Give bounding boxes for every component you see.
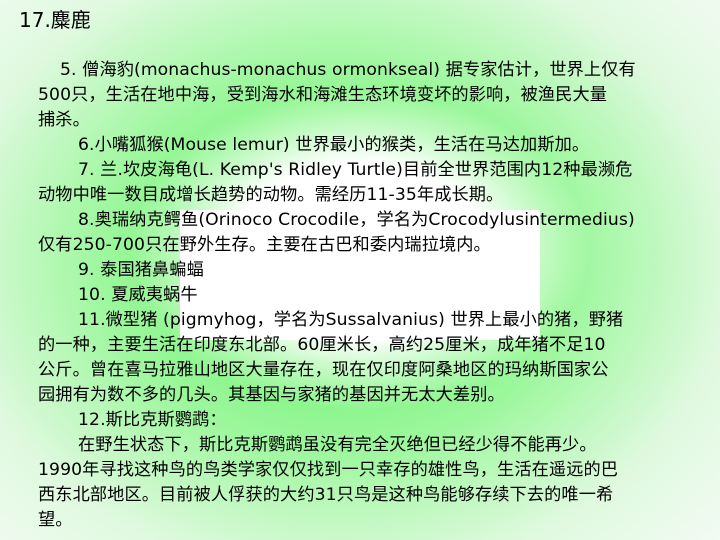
text-line: 西东北部地区。目前被人俘获的大约31只鸟是这种鸟能够存续下去的唯一希 — [38, 485, 614, 505]
text-line: 捕杀。 — [38, 110, 90, 130]
text-line: 园拥有为数不多的几头。其基因与家猪的基因并无太大差别。 — [38, 385, 505, 405]
text-line: 10. 夏威夷蜗牛 — [78, 285, 198, 305]
text-line: 的一种，主要生活在印度东北部。60厘米长，高约25厘米，成年猪不足10 — [38, 335, 606, 355]
slide-title: 17.麋鹿 — [19, 8, 91, 32]
text-line: 12.斯比克斯鹦鹉： — [78, 410, 227, 430]
text-line: 1990年寻找这种鸟的鸟类学家仅仅找到一只幸存的雄性鸟，生活在遥远的巴 — [38, 460, 619, 480]
text-line: 500只，生活在地中海，受到海水和海滩生态环境变坏的影响，被渔民大量 — [38, 85, 608, 105]
text-line: 5. 僧海豹(monachus-monachus ormonkseal) 据专家… — [60, 60, 636, 80]
text-line: 8.奥瑞纳克鳄鱼(Orinoco Crocodile，学名为Crocodylus… — [78, 210, 635, 230]
text-line: 7. 兰.坎皮海龟(L. Kemp's Ridley Turtle)目前全世界范… — [78, 160, 633, 180]
text-line: 望。 — [38, 510, 73, 530]
text-line: 仅有250-700只在野外生存。主要在古巴和委内瑞拉境内。 — [38, 235, 491, 255]
text-line: 11.微型猪 (pigmyhog，学名为Sussalvanius) 世界上最小的… — [78, 310, 624, 330]
text-line: 公斤。曾在喜马拉雅山地区大量存在，现在仅印度阿桑地区的玛纳斯国家公 — [38, 360, 609, 380]
text-line: 动物中唯一数目成增长趋势的动物。需经历11-35年成长期。 — [38, 185, 504, 205]
text-line: 6.小嘴狐猴(Mouse lemur) 世界最小的猴类，生活在马达加斯加。 — [78, 135, 590, 155]
text-line: 在野生状态下，斯比克斯鹦鹉虽没有完全灭绝但已经少得不能再少。 — [78, 435, 597, 455]
text-line: 9. 泰国猪鼻蝙蝠 — [78, 260, 204, 280]
slide-body: 5. 僧海豹(monachus-monachus ormonkseal) 据专家… — [38, 58, 720, 533]
